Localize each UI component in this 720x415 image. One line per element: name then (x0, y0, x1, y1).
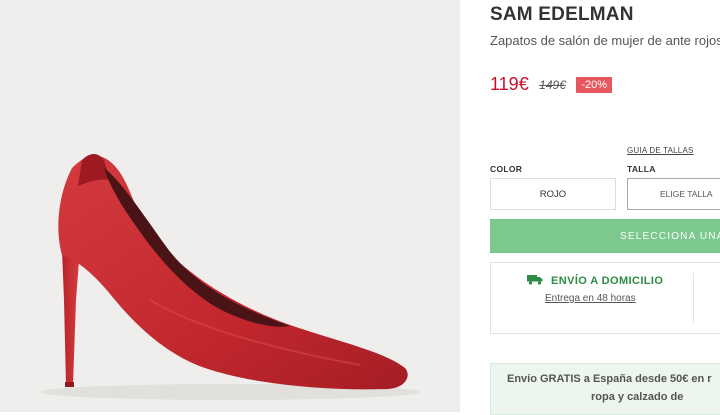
red-suede-pump-image (40, 154, 420, 400)
promo-line-2: ropa y calzado de (591, 391, 684, 403)
product-title: Zapatos de salón de mujer de ante rojos (490, 33, 720, 48)
current-price: 119€ (490, 74, 529, 94)
size-select[interactable]: ELIGE TALLA (627, 178, 720, 210)
size-guide-link[interactable]: GUIA DE TALLAS (627, 146, 694, 155)
promo-line-1: Envío GRATIS a España desde 50€ en r (507, 373, 712, 385)
shipping-card: ENVÍO A DOMICILIO Entrega en 48 horas (490, 262, 720, 334)
price-row: 119€ 149€ -20% (490, 74, 613, 96)
discount-badge: -20% (576, 76, 613, 93)
original-price: 149€ (539, 77, 566, 92)
delivery-time-link[interactable]: Entrega en 48 horas (545, 293, 636, 304)
select-variant-button[interactable]: SELECCIONA UNA VA (490, 219, 720, 253)
shipping-title: ENVÍO A DOMICILIO (551, 275, 664, 287)
brand-name[interactable]: SAM EDELMAN (490, 4, 634, 26)
home-delivery-option[interactable]: ENVÍO A DOMICILIO (527, 274, 663, 288)
card-divider (693, 273, 694, 323)
size-placeholder: ELIGE TALLA (660, 189, 713, 199)
truck-icon (527, 274, 543, 288)
color-selector[interactable]: ROJO (490, 178, 616, 210)
size-label: TALLA (627, 164, 656, 174)
product-image[interactable] (0, 0, 460, 412)
color-value: ROJO (539, 188, 567, 200)
product-info-panel: SAM EDELMAN Zapatos de salón de mujer de… (490, 0, 720, 415)
free-shipping-banner: Envío GRATIS a España desde 50€ en r rop… (490, 363, 720, 415)
color-label: COLOR (490, 164, 523, 174)
